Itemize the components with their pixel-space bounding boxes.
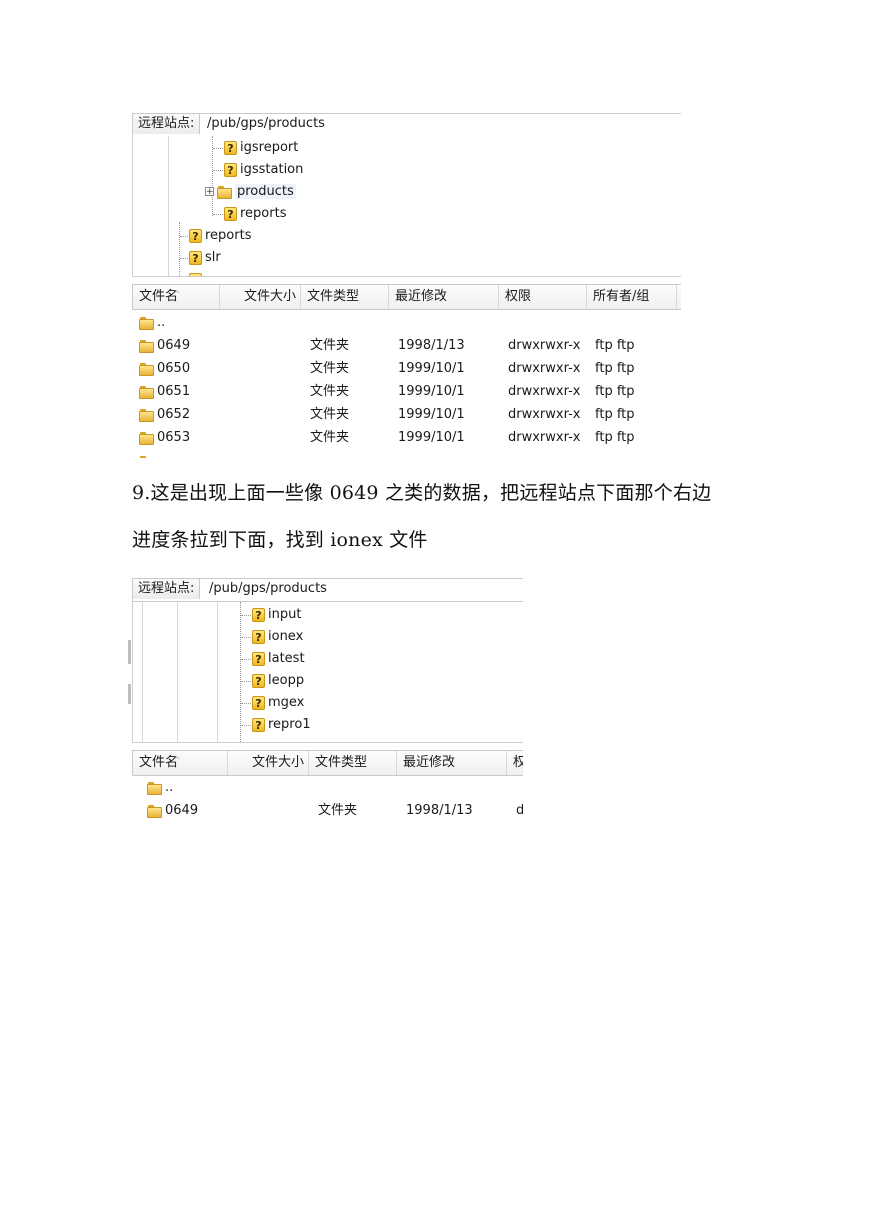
table-row[interactable]: .. <box>132 311 681 334</box>
folder-icon <box>139 455 154 458</box>
tree-item-igsstation[interactable]: ? igsstation <box>224 160 303 180</box>
column-header-size[interactable]: 文件大小 <box>220 285 301 309</box>
tree-item-label: mgex <box>268 695 305 710</box>
remote-site-bar: 远程站点: /pub/gps/products <box>132 113 681 137</box>
remote-path-input[interactable]: /pub/gps/products <box>209 579 327 599</box>
tree-item-label: reports <box>240 206 287 221</box>
remote-site-label: 远程站点: <box>133 114 201 134</box>
table-row <box>132 450 681 458</box>
tree-item-label: igsreport <box>240 140 299 155</box>
column-header-owner[interactable]: 所有者/组 <box>587 285 677 309</box>
tree-item-label: products <box>235 184 296 199</box>
splitter-edge <box>128 640 131 664</box>
folder-icon <box>139 431 154 445</box>
table-row[interactable]: 0649 文件夹 1998/1/13 d <box>132 799 523 822</box>
ftp-screenshot-bottom: 远程站点: /pub/gps/products ? input ? ionex ? l… <box>132 570 523 824</box>
tree-item-input[interactable]: ? input <box>252 605 301 625</box>
tree-item-label: leopp <box>268 673 305 688</box>
file-list-header: 文件名 ^ 文件大小 文件类型 最近修改 权限 所有者/组 <box>132 284 681 310</box>
sort-arrow-icon: ^ <box>173 290 181 300</box>
remote-site-label: 远程站点: <box>133 579 201 599</box>
folder-icon <box>217 185 232 199</box>
folder-icon <box>139 316 154 330</box>
tree-item-leopp[interactable]: ? leopp <box>252 671 304 691</box>
question-icon: ? <box>224 140 237 155</box>
remote-directory-tree: ? input ? ionex ? latest ? leopp ? mgex ? repr… <box>132 602 523 743</box>
table-row[interactable]: 0651 文件夹 1999/10/1 drwxrwxr-x ftp ftp <box>132 380 681 403</box>
folder-icon <box>147 804 162 818</box>
column-header-permissions[interactable]: 权限 <box>499 285 587 309</box>
tree-item-label: latest <box>268 651 305 666</box>
question-icon: ? <box>224 206 237 221</box>
tree-item-slr[interactable]: ? slr <box>189 248 221 268</box>
tree-item-latest[interactable]: ? latest <box>252 649 305 669</box>
tree-item-reports-sub[interactable]: ? reports <box>224 204 286 224</box>
folder-icon <box>139 362 154 376</box>
question-icon: ? <box>252 695 265 710</box>
instruction-text-line-1: 9.这是出现上面一些像 0649 之类的数据，把远程站点下面那个右边 <box>132 482 712 504</box>
question-icon: ? <box>252 651 265 666</box>
folder-icon <box>139 339 154 353</box>
tree-item-label: reports <box>205 228 252 243</box>
tree-item-reports[interactable]: ? reports <box>189 226 251 246</box>
table-row[interactable]: 0649 文件夹 1998/1/13 drwxrwxr-x ftp ftp <box>132 334 681 357</box>
remote-path-input[interactable]: /pub/gps/products <box>207 114 325 134</box>
folder-icon <box>147 781 162 795</box>
column-header-modified[interactable]: 最近修改 <box>397 751 507 775</box>
tree-item-label: ionex <box>268 629 304 644</box>
tree-item-ionex[interactable]: ? ionex <box>252 627 303 647</box>
question-icon: ? <box>252 607 265 622</box>
question-icon: ? <box>224 162 237 177</box>
expand-icon[interactable]: + <box>205 187 214 197</box>
remote-site-bar: 远程站点: /pub/gps/products <box>132 578 523 602</box>
ftp-screenshot-top: 远程站点: /pub/gps/products ? igsreport ? igss… <box>132 113 681 458</box>
tree-item-cutoff: ? <box>189 270 202 276</box>
column-header-permissions[interactable]: 权 <box>507 751 523 775</box>
tree-item-mgex[interactable]: ? mgex <box>252 693 304 713</box>
file-list-header: 文件名 ^ 文件大小 文件类型 最近修改 权 <box>132 750 523 776</box>
tree-item-label: input <box>268 607 302 622</box>
table-row[interactable]: 0652 文件夹 1999/10/1 drwxrwxr-x ftp ftp <box>132 403 681 426</box>
column-header-type[interactable]: 文件类型 <box>301 285 389 309</box>
folder-icon <box>139 408 154 422</box>
tree-item-igsreport[interactable]: ? igsreport <box>224 138 298 158</box>
column-header-modified[interactable]: 最近修改 <box>389 285 499 309</box>
question-icon: ? <box>252 717 265 732</box>
question-icon: ? <box>189 250 202 265</box>
table-row[interactable]: 0650 文件夹 1999/10/1 drwxrwxr-x ftp ftp <box>132 357 681 380</box>
instruction-text-line-2: 进度条拉到下面，找到 ionex 文件 <box>132 529 428 551</box>
column-header-filename[interactable]: 文件名 ^ <box>133 751 228 775</box>
column-header-type[interactable]: 文件类型 <box>309 751 397 775</box>
sort-arrow-icon: ^ <box>173 756 181 766</box>
tree-item-repro1[interactable]: ? repro1 <box>252 715 311 735</box>
table-row[interactable]: .. <box>132 776 523 799</box>
splitter-edge <box>128 684 131 704</box>
tree-item-label: repro1 <box>268 717 311 732</box>
question-icon: ? <box>252 673 265 688</box>
folder-icon <box>139 385 154 399</box>
remote-directory-tree: ? igsreport ? igsstation + products ? report… <box>132 136 681 277</box>
question-icon: ? <box>189 228 202 243</box>
tree-item-label: igsstation <box>240 162 304 177</box>
question-icon: ? <box>189 272 202 276</box>
tree-item-products[interactable]: + products <box>205 182 296 202</box>
column-header-size[interactable]: 文件大小 <box>228 751 309 775</box>
tree-item-label: slr <box>205 250 221 265</box>
question-icon: ? <box>252 629 265 644</box>
column-header-filename[interactable]: 文件名 ^ <box>133 285 220 309</box>
table-row[interactable]: 0653 文件夹 1999/10/1 drwxrwxr-x ftp ftp <box>132 426 681 449</box>
